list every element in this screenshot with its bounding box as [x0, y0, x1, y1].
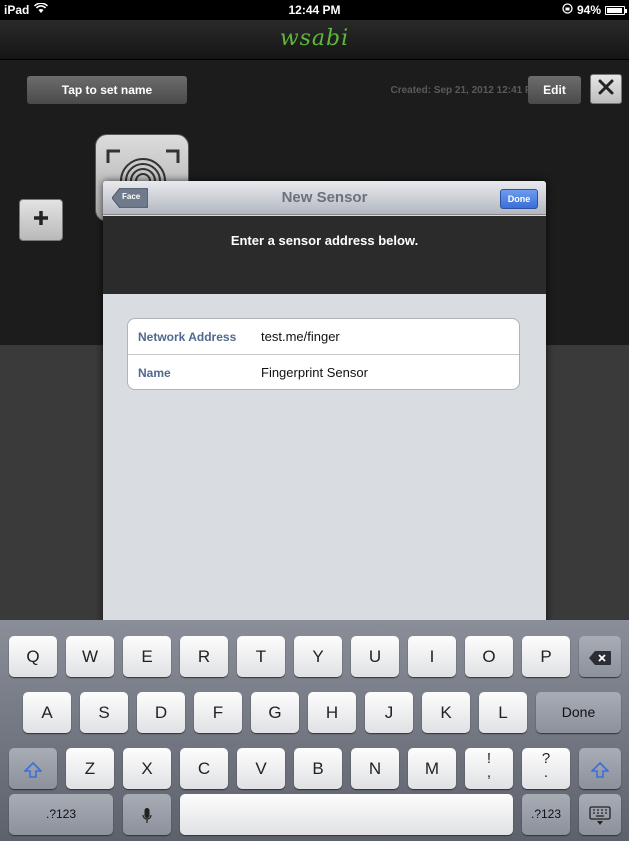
- key-u[interactable]: U: [351, 636, 399, 677]
- numbers-key-left[interactable]: .?123: [9, 794, 113, 835]
- key-g[interactable]: G: [251, 692, 299, 733]
- key-t[interactable]: T: [237, 636, 285, 677]
- sensor-form: Network Address test.me/finger Name Fing…: [127, 318, 520, 390]
- keyboard-dismiss-icon: [589, 805, 611, 825]
- key-i[interactable]: I: [408, 636, 456, 677]
- network-address-label: Network Address: [138, 330, 237, 344]
- key-question-period[interactable]: ? .: [522, 748, 570, 789]
- network-address-row[interactable]: Network Address test.me/finger: [128, 319, 519, 355]
- return-done-key[interactable]: Done: [536, 692, 621, 733]
- key-h[interactable]: H: [308, 692, 356, 733]
- key-q[interactable]: Q: [9, 636, 57, 677]
- key-e[interactable]: E: [123, 636, 171, 677]
- new-sensor-modal: Face New Sensor Done Enter a sensor addr…: [103, 181, 546, 631]
- key-exclaim-comma[interactable]: ! ,: [465, 748, 513, 789]
- add-sensor-button[interactable]: [19, 199, 63, 241]
- key-f[interactable]: F: [194, 692, 242, 733]
- backspace-icon: [589, 649, 611, 665]
- key-m[interactable]: M: [408, 748, 456, 789]
- key-p[interactable]: P: [522, 636, 570, 677]
- delete-key[interactable]: [579, 636, 621, 677]
- key-z[interactable]: Z: [66, 748, 114, 789]
- created-timestamp: Created: Sep 21, 2012 12:41 PM: [390, 85, 540, 96]
- battery-percent: 94%: [576, 3, 601, 17]
- shift-icon: [23, 761, 43, 778]
- key-l[interactable]: L: [479, 692, 527, 733]
- onscreen-keyboard: Q W E R T Y U I O P A S D F G H J K L Do…: [0, 620, 629, 841]
- modal-title: New Sensor: [281, 189, 368, 206]
- plus-icon: [32, 209, 50, 232]
- done-button[interactable]: Done: [500, 189, 538, 209]
- hide-keyboard-key[interactable]: [579, 794, 621, 835]
- shift-key-left[interactable]: [9, 748, 57, 789]
- status-bar: iPad 12:44 PM 94%: [0, 0, 629, 20]
- key-w[interactable]: W: [66, 636, 114, 677]
- app-logo: wsabi: [279, 26, 350, 51]
- battery-icon: [605, 5, 627, 15]
- key-k[interactable]: K: [422, 692, 470, 733]
- key-period-label: .: [543, 764, 549, 781]
- key-y[interactable]: Y: [294, 636, 342, 677]
- dictation-key[interactable]: [123, 794, 171, 835]
- key-b[interactable]: B: [294, 748, 342, 789]
- microphone-icon: [142, 807, 152, 823]
- rotation-lock-icon: [562, 3, 573, 17]
- key-x[interactable]: X: [123, 748, 171, 789]
- shift-key-right[interactable]: [579, 748, 621, 789]
- name-row[interactable]: Name Fingerprint Sensor: [128, 355, 519, 391]
- key-o[interactable]: O: [465, 636, 513, 677]
- key-a[interactable]: A: [23, 692, 71, 733]
- numbers-key-right[interactable]: .?123: [522, 794, 570, 835]
- edit-button[interactable]: Edit: [528, 76, 581, 104]
- app-navbar: wsabi: [0, 20, 629, 60]
- network-address-field[interactable]: test.me/finger: [261, 329, 340, 344]
- key-n[interactable]: N: [351, 748, 399, 789]
- close-icon: [598, 79, 614, 100]
- key-c[interactable]: C: [180, 748, 228, 789]
- close-button[interactable]: [590, 74, 622, 104]
- key-r[interactable]: R: [180, 636, 228, 677]
- key-comma-label: ,: [486, 764, 492, 781]
- status-time: 12:44 PM: [288, 3, 341, 17]
- shift-icon: [590, 761, 610, 778]
- key-d[interactable]: D: [137, 692, 185, 733]
- name-field[interactable]: Fingerprint Sensor: [261, 365, 368, 380]
- modal-navbar: Face New Sensor Done: [103, 181, 546, 215]
- space-key[interactable]: [180, 794, 513, 835]
- key-s[interactable]: S: [80, 692, 128, 733]
- modal-body: Network Address test.me/finger Name Fing…: [103, 294, 546, 631]
- modal-instruction-panel: Enter a sensor address below.: [103, 216, 546, 294]
- instruction-text: Enter a sensor address below.: [230, 233, 419, 248]
- set-name-button[interactable]: Tap to set name: [27, 76, 187, 104]
- key-v[interactable]: V: [237, 748, 285, 789]
- name-label: Name: [138, 366, 171, 380]
- key-j[interactable]: J: [365, 692, 413, 733]
